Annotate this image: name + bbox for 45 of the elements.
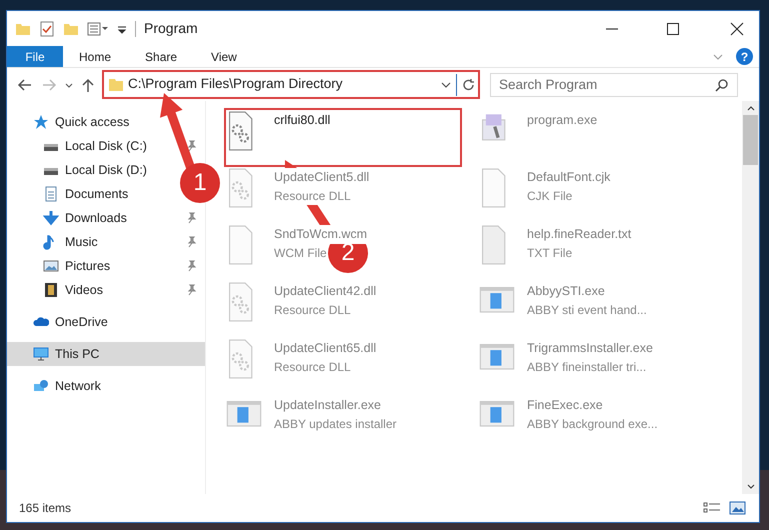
folder-icon bbox=[108, 76, 124, 92]
sidebar-item[interactable]: Downloads bbox=[7, 206, 205, 230]
ribbon-tab[interactable]: Home bbox=[63, 46, 128, 67]
file-name: SndToWcm.wcm bbox=[274, 225, 368, 244]
download-icon bbox=[43, 210, 59, 226]
tiles-view-icon[interactable] bbox=[729, 500, 747, 516]
item-count: 165 items bbox=[19, 500, 72, 517]
picture-icon bbox=[43, 258, 59, 274]
network-icon bbox=[33, 378, 49, 394]
pin-icon[interactable] bbox=[185, 260, 197, 272]
ribbon-tab[interactable]: Share bbox=[129, 46, 194, 67]
help-button[interactable]: ? bbox=[736, 48, 753, 65]
pin-icon[interactable] bbox=[185, 284, 197, 296]
sidebar-item[interactable]: Quick access bbox=[7, 110, 138, 134]
scrollbar[interactable] bbox=[742, 101, 759, 494]
ribbon-tab[interactable]: View bbox=[195, 46, 253, 67]
ribbon-tab[interactable]: File bbox=[7, 46, 63, 67]
search-icon bbox=[715, 78, 729, 92]
star-icon bbox=[33, 114, 49, 130]
sidebar-item[interactable]: Pictures bbox=[7, 254, 205, 278]
search-field[interactable]: Search Program bbox=[490, 72, 738, 96]
sidebar-item[interactable]: OneDrive bbox=[7, 310, 116, 334]
maximize-icon[interactable] bbox=[665, 20, 681, 36]
view-options-icon[interactable] bbox=[87, 20, 109, 36]
sidebar-item[interactable]: Music bbox=[7, 230, 205, 254]
computer-icon bbox=[33, 346, 49, 362]
file-name: UpdateClient5.dll bbox=[274, 168, 370, 187]
film-icon bbox=[43, 282, 59, 298]
properties-icon[interactable] bbox=[39, 20, 55, 36]
pin-icon[interactable] bbox=[185, 140, 197, 152]
sidebar-item[interactable]: Documents bbox=[7, 182, 136, 206]
pin-icon[interactable] bbox=[185, 236, 197, 248]
file-type: Resource DLL bbox=[274, 186, 351, 205]
sidebar-item[interactable]: Local Disk (C:) bbox=[7, 134, 205, 158]
close-icon[interactable] bbox=[729, 20, 745, 36]
sidebar-item[interactable]: Network bbox=[7, 374, 109, 398]
document-icon bbox=[43, 186, 59, 202]
window-title: Program bbox=[144, 19, 198, 38]
pin-icon[interactable] bbox=[185, 212, 197, 224]
address-bar[interactable]: C:\Program Files\Program Directory bbox=[102, 70, 480, 99]
sidebar-item[interactable]: This PC bbox=[7, 342, 205, 366]
sidebar-item[interactable]: Local Disk (D:) bbox=[7, 158, 155, 182]
sidebar-item[interactable]: Videos bbox=[7, 278, 205, 302]
address-text: C:\Program Files\Program Directory bbox=[128, 75, 344, 94]
scroll-thumb[interactable] bbox=[743, 115, 758, 165]
